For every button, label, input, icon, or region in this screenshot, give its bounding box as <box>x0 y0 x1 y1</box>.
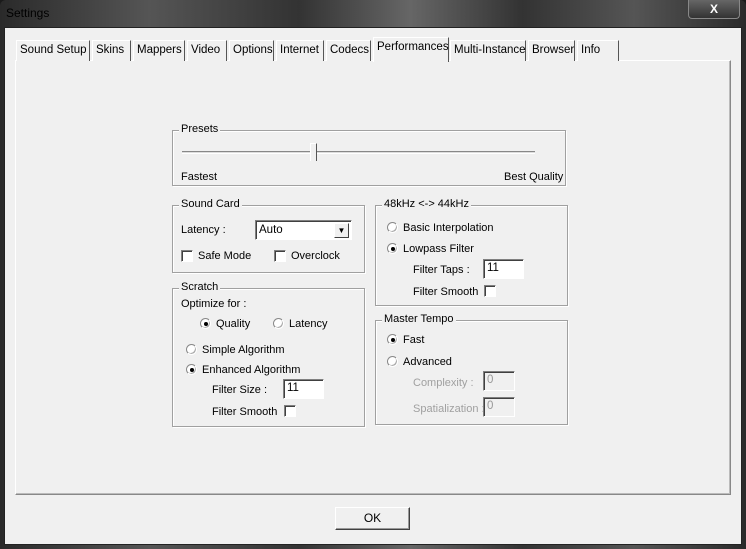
resample-filter-smooth-checkbox[interactable] <box>484 285 496 297</box>
close-button[interactable]: X <box>688 0 740 19</box>
chevron-down-icon[interactable]: ▼ <box>334 223 349 238</box>
master-tempo-label: Master Tempo <box>382 313 456 325</box>
basic-interpolation-label[interactable]: Basic Interpolation <box>403 222 494 234</box>
overclock-label[interactable]: Overclock <box>291 250 340 262</box>
filter-taps-label: Filter Taps : <box>413 264 470 276</box>
presets-max-label: Best Quality <box>504 171 564 183</box>
fast-radio[interactable] <box>387 334 398 345</box>
tab-internet[interactable]: Internet <box>276 40 324 61</box>
latency-option-label[interactable]: Latency <box>289 318 328 330</box>
quality-label[interactable]: Quality <box>216 318 250 330</box>
window-title: Settings <box>6 6 50 20</box>
complexity-input: 0 <box>483 371 515 391</box>
scratch-filter-smooth-checkbox[interactable] <box>284 405 296 417</box>
enhanced-algorithm-label[interactable]: Enhanced Algorithm <box>202 364 300 376</box>
presets-min-label: Fastest <box>181 171 218 183</box>
presets-slider-thumb[interactable] <box>309 143 317 161</box>
overclock-checkbox[interactable] <box>274 250 286 262</box>
latency-label: Latency : <box>181 224 226 236</box>
resample-filter-smooth-label: Filter Smooth <box>413 286 479 298</box>
scratch-filter-smooth-label: Filter Smooth <box>212 406 278 418</box>
resample-label: 48kHz <-> 44kHz <box>382 198 471 210</box>
spatialization-input: 0 <box>483 397 515 417</box>
basic-interpolation-radio[interactable] <box>387 222 398 233</box>
scratch-label: Scratch <box>179 281 221 293</box>
optimize-for-label: Optimize for : <box>181 298 247 310</box>
tab-video[interactable]: Video <box>187 40 227 61</box>
safe-mode-checkbox[interactable] <box>181 250 193 262</box>
presets-slider-track[interactable] <box>182 151 535 154</box>
quality-radio[interactable] <box>200 318 211 329</box>
ok-button[interactable]: OK <box>335 507 410 530</box>
tab-browser[interactable]: Browser <box>528 40 575 61</box>
lowpass-filter-radio[interactable] <box>387 243 398 254</box>
filter-size-input[interactable]: 11 <box>283 379 324 399</box>
tab-skins[interactable]: Skins <box>92 40 131 61</box>
filter-size-label: Filter Size : <box>212 384 268 396</box>
latency-select[interactable]: Auto ▼ <box>255 220 352 240</box>
lowpass-filter-label[interactable]: Lowpass Filter <box>403 243 474 255</box>
filter-taps-input[interactable]: 11 <box>483 259 524 279</box>
tab-multi-instance[interactable]: Multi-Instance <box>450 40 526 61</box>
tab-mappers[interactable]: Mappers <box>133 40 185 61</box>
enhanced-algorithm-radio[interactable] <box>186 364 197 375</box>
sound-card-label: Sound Card <box>179 198 242 210</box>
tab-codecs[interactable]: Codecs <box>326 40 371 61</box>
safe-mode-label[interactable]: Safe Mode <box>198 250 251 262</box>
tab-panel <box>15 60 731 495</box>
presets-label: Presets <box>179 123 221 135</box>
fast-label[interactable]: Fast <box>403 334 424 346</box>
advanced-radio[interactable] <box>387 356 398 367</box>
complexity-label: Complexity : <box>413 377 474 389</box>
tab-performances[interactable]: Performances <box>373 37 449 62</box>
simple-algorithm-radio[interactable] <box>186 344 197 355</box>
latency-radio[interactable] <box>273 318 284 329</box>
advanced-label[interactable]: Advanced <box>403 356 452 368</box>
spatialization-label: Spatialization : <box>413 403 485 415</box>
tab-sound-setup[interactable]: Sound Setup <box>16 40 90 61</box>
latency-value: Auto <box>259 224 283 236</box>
simple-algorithm-label[interactable]: Simple Algorithm <box>202 344 285 356</box>
tab-options[interactable]: Options <box>229 40 274 61</box>
tab-info[interactable]: Info <box>577 40 619 61</box>
